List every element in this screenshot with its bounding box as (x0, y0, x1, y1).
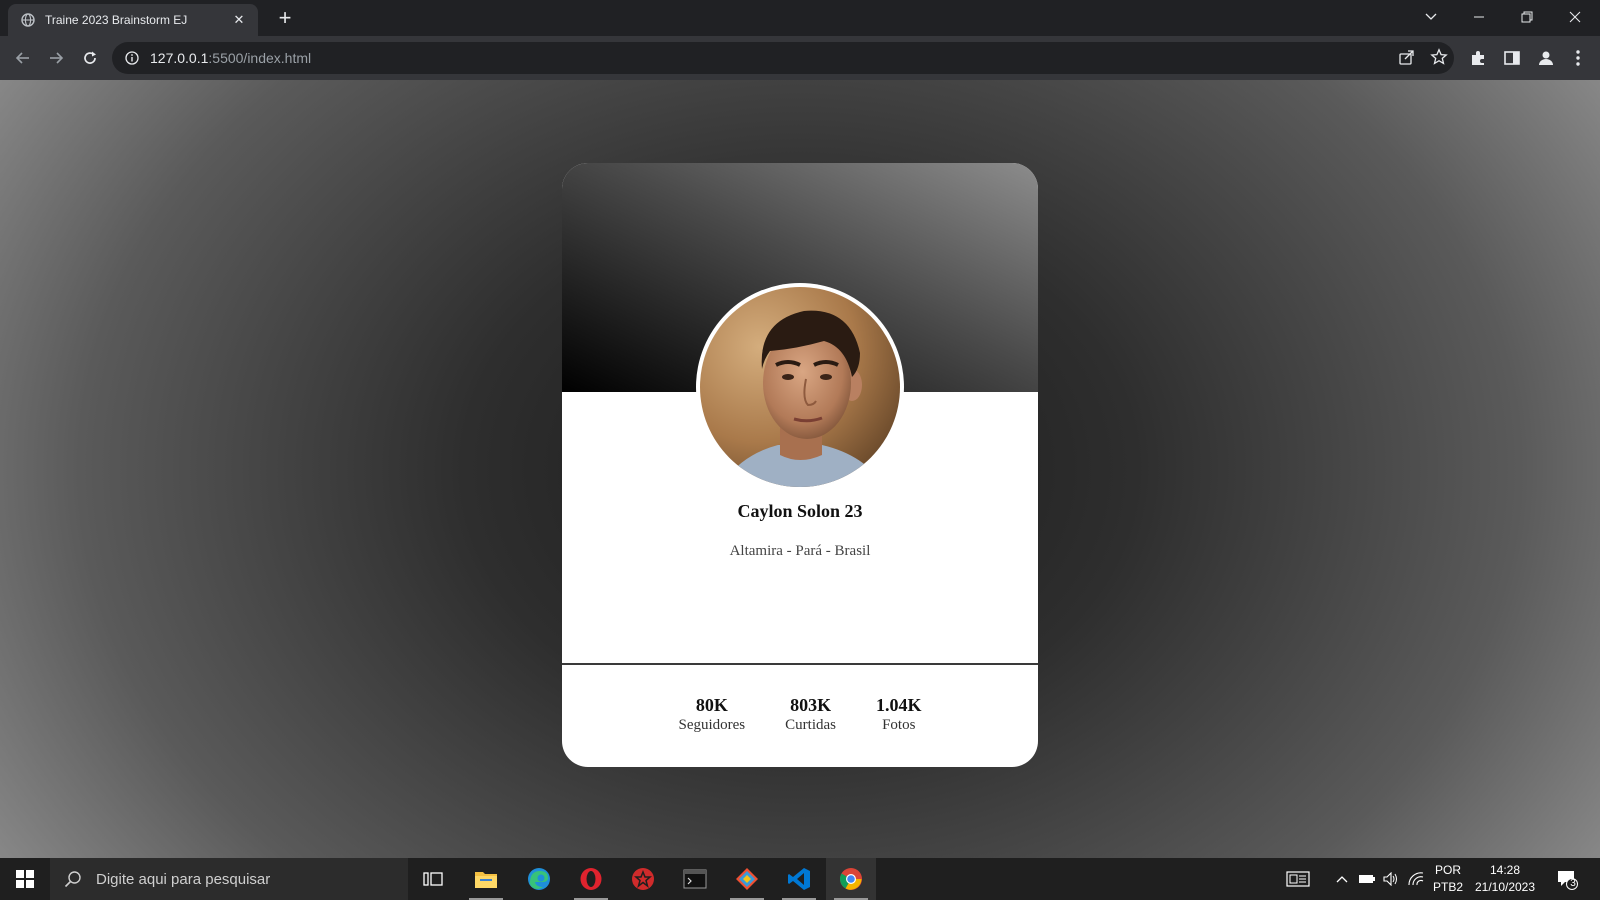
app-red-icon[interactable] (618, 858, 668, 900)
forward-icon[interactable] (44, 46, 68, 70)
back-icon[interactable] (11, 46, 35, 70)
browser-toolbar: 127.0.0.1:5500/index.html (0, 36, 1600, 80)
menu-icon[interactable] (1566, 46, 1590, 70)
reload-icon[interactable] (78, 46, 102, 70)
taskbar-search[interactable]: Digite aqui para pesquisar (50, 858, 408, 900)
input-language[interactable]: POR PTB2 (1428, 862, 1468, 896)
page-viewport: Caylon Solon 23 Altamira - Pará - Brasil… (0, 80, 1600, 858)
address-bar[interactable]: 127.0.0.1:5500/index.html (112, 42, 1454, 74)
extensions-icon[interactable] (1466, 46, 1490, 70)
battery-icon[interactable] (1356, 858, 1378, 900)
taskbar: Digite aqui para pesquisar POR PTB2 14:2… (0, 858, 1600, 900)
close-icon[interactable]: ✕ (230, 12, 248, 28)
stat-value: 80K (695, 695, 728, 715)
stats-row: 80K Seguidores 803K Curtidas 1.04K Fotos (562, 695, 1038, 735)
divider (562, 663, 1038, 665)
stat-photos: 1.04K Fotos (856, 695, 942, 735)
avatar (696, 283, 904, 491)
stat-followers: 80K Seguidores (658, 695, 765, 735)
stat-label: Curtidas (785, 717, 836, 733)
time: 14:28 (1489, 863, 1521, 877)
stat-label: Seguidores (678, 717, 746, 733)
side-panel-icon[interactable] (1500, 46, 1524, 70)
wifi-icon[interactable] (1405, 858, 1427, 900)
tab-strip: Traine 2023 Brainstorm EJ ✕ + (0, 0, 1600, 36)
profile-card: Caylon Solon 23 Altamira - Pará - Brasil… (562, 163, 1038, 767)
window-close-icon[interactable] (1552, 0, 1598, 34)
restore-icon[interactable] (1504, 0, 1550, 34)
search-placeholder: Digite aqui para pesquisar (96, 870, 271, 888)
stat-value: 803K (790, 695, 832, 715)
stat-label: Fotos (882, 717, 916, 733)
chrome-icon[interactable] (826, 858, 876, 900)
url-path: :5500/index.html (208, 50, 312, 66)
minimize-icon[interactable] (1456, 0, 1502, 34)
plus-icon[interactable]: + (272, 6, 298, 32)
terminal-icon[interactable] (670, 858, 720, 900)
stat-likes: 803K Curtidas (765, 695, 856, 735)
browser-tab[interactable]: Traine 2023 Brainstorm EJ ✕ (8, 4, 258, 36)
opera-icon[interactable] (566, 858, 616, 900)
notification-icon[interactable]: 3 (1550, 858, 1584, 900)
file-explorer-icon[interactable] (461, 858, 511, 900)
notification-count: 3 (1570, 878, 1576, 889)
keyboard-layout: PTB2 (1432, 880, 1463, 894)
chevron-up-icon[interactable] (1332, 858, 1352, 900)
profile-location: Altamira - Pará - Brasil (729, 543, 871, 559)
profile-icon[interactable] (1534, 46, 1558, 70)
git-icon[interactable] (722, 858, 772, 900)
search-icon (64, 870, 82, 888)
profile-name: Caylon Solon 23 (737, 501, 863, 521)
volume-icon[interactable] (1380, 858, 1402, 900)
date: 21/10/2023 (1474, 880, 1536, 894)
vscode-icon[interactable] (774, 858, 824, 900)
profile-photo (700, 287, 900, 487)
clock[interactable]: 14:28 21/10/2023 (1472, 862, 1538, 896)
task-view-icon[interactable] (408, 858, 458, 900)
windows-start-icon[interactable] (0, 858, 50, 900)
share-icon[interactable] (1398, 48, 1416, 71)
info-icon[interactable] (124, 50, 140, 66)
edge-icon[interactable] (514, 858, 564, 900)
star-icon[interactable] (1430, 48, 1448, 71)
keyboard-layout-icon[interactable] (1282, 858, 1314, 900)
stat-value: 1.04K (876, 695, 922, 715)
chevron-down-icon[interactable] (1408, 0, 1454, 34)
language-code: POR (1434, 863, 1461, 877)
globe-icon (20, 12, 36, 28)
tab-title: Traine 2023 Brainstorm EJ (45, 13, 188, 27)
url-host: 127.0.0.1 (150, 50, 209, 66)
